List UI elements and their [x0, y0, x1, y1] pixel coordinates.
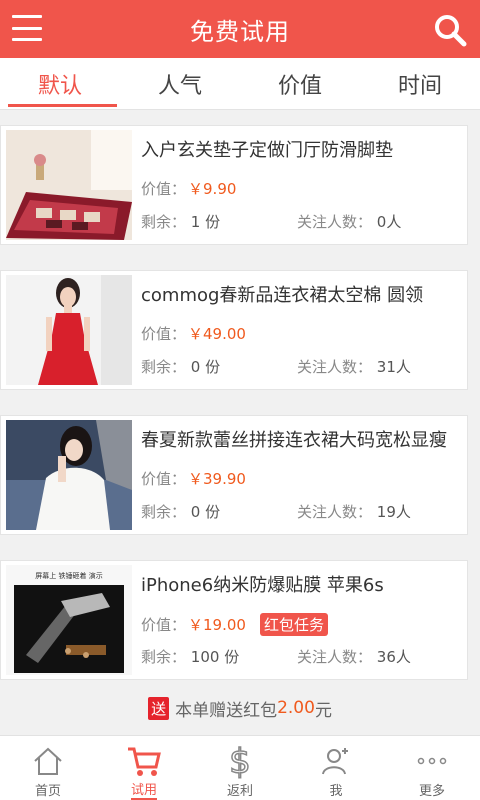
bonus-amount: 2.00: [277, 698, 315, 718]
search-icon[interactable]: [432, 12, 468, 48]
product-name: commog春新品连衣裙太空棉 圆领: [141, 285, 424, 306]
price-value: ￥19.00: [188, 616, 246, 634]
red-packet-task-badge: 红包任务: [259, 613, 328, 636]
gift-tag: 送: [148, 696, 170, 720]
product-image-lace-dress: [6, 420, 132, 530]
product-name: 春夏新款蕾丝拼接连衣裙大码宽松显瘦: [141, 430, 447, 451]
followers-value: 31人: [376, 358, 411, 376]
product-image-screen-protector: 屏幕上 铁锤砸着 演示: [6, 565, 132, 675]
remaining-value: 0 份: [190, 358, 221, 376]
followers-value: 36人: [376, 648, 411, 666]
followers-row: 关注人数： 31人: [297, 356, 411, 377]
nav-home-label: 首页: [34, 784, 61, 799]
followers-label: 关注人数：: [297, 358, 373, 376]
remaining-row: 剩余： 100 份: [141, 646, 239, 667]
followers-row: 关注人数： 0人: [297, 211, 401, 232]
remaining-value: 100 份: [190, 648, 240, 666]
remaining-label: 剩余：: [141, 358, 187, 376]
nav-trial-label: 试用: [130, 779, 157, 800]
dollar-icon: $: [220, 742, 260, 780]
bottom-navigation: 首页 试用 $ 返利 我 更多: [0, 735, 480, 800]
tab-popularity[interactable]: 人气: [120, 58, 240, 109]
remaining-label: 剩余：: [141, 213, 187, 231]
price-row: 价值： ￥39.90: [141, 468, 246, 489]
remaining-value: 0 份: [190, 503, 221, 521]
product-image-red-dress: [6, 275, 132, 385]
nav-me-label: 我: [329, 784, 343, 799]
product-name: iPhone6纳米防爆贴膜 苹果6s: [141, 575, 384, 596]
price-value: ￥39.90: [188, 470, 246, 488]
sort-tabs: 默认 人气 价值 时间: [0, 58, 480, 110]
price-value: ￥9.90: [188, 180, 237, 198]
page-title: 免费试用: [190, 17, 290, 46]
price-label: 价值：: [141, 470, 187, 488]
top-bar: 免费试用: [0, 0, 480, 58]
product-card[interactable]: 屏幕上 铁锤砸着 演示 iPhone6纳米防爆贴膜 苹果6s 价值： ￥19.0…: [0, 560, 468, 680]
thumb-caption: 屏幕上 铁锤砸着 演示: [35, 571, 102, 580]
cart-icon: [124, 742, 164, 779]
price-value: ￥49.00: [188, 325, 246, 343]
product-card[interactable]: commog春新品连衣裙太空棉 圆领 价值： ￥49.00 剩余： 0 份 关注…: [0, 270, 468, 390]
product-image-doormat: [6, 130, 132, 240]
nav-rebate-label: 返利: [226, 784, 253, 799]
tab-time[interactable]: 时间: [360, 58, 480, 109]
product-list: 入户玄关垫子定做门厅防滑脚垫 价值： ￥9.90 剩余： 1 份 关注人数： 0…: [0, 110, 480, 735]
nav-more[interactable]: 更多: [384, 736, 480, 800]
tab-default[interactable]: 默认: [0, 58, 120, 109]
remaining-row: 剩余： 1 份: [141, 211, 220, 232]
svg-text:$: $: [229, 743, 251, 779]
followers-value: 19人: [376, 503, 411, 521]
bonus-unit: 元: [314, 700, 332, 721]
price-label: 价值：: [141, 180, 187, 198]
followers-label: 关注人数：: [297, 648, 373, 666]
more-icon: [412, 742, 452, 780]
nav-rebate[interactable]: $ 返利: [192, 736, 288, 800]
remaining-label: 剩余：: [141, 503, 187, 521]
nav-trial[interactable]: 试用: [96, 736, 192, 800]
followers-label: 关注人数：: [297, 213, 373, 231]
price-row: 价值： ￥19.00 红包任务: [141, 613, 328, 636]
nav-me[interactable]: 我: [288, 736, 384, 800]
price-row: 价值： ￥49.00: [141, 323, 246, 344]
remaining-label: 剩余：: [141, 648, 187, 666]
user-icon: [316, 742, 356, 780]
followers-row: 关注人数： 36人: [297, 646, 411, 667]
bonus-text: 本单赠送红包: [175, 700, 278, 721]
nav-home[interactable]: 首页: [0, 736, 96, 800]
nav-more-label: 更多: [418, 784, 445, 799]
price-label: 价值：: [141, 325, 187, 343]
price-row: 价值： ￥9.90: [141, 178, 236, 199]
product-name: 入户玄关垫子定做门厅防滑脚垫: [141, 140, 393, 161]
product-card[interactable]: 春夏新款蕾丝拼接连衣裙大码宽松显瘦 价值： ￥39.90 剩余： 0 份 关注人…: [0, 415, 468, 535]
red-packet-bonus: 送 本单赠送红包 2.00 元: [0, 688, 480, 728]
remaining-value: 1 份: [190, 213, 221, 231]
followers-label: 关注人数：: [297, 503, 373, 521]
remaining-row: 剩余： 0 份: [141, 356, 220, 377]
tab-value[interactable]: 价值: [240, 58, 360, 109]
product-card[interactable]: 入户玄关垫子定做门厅防滑脚垫 价值： ￥9.90 剩余： 1 份 关注人数： 0…: [0, 125, 468, 245]
followers-row: 关注人数： 19人: [297, 501, 411, 522]
remaining-row: 剩余： 0 份: [141, 501, 220, 522]
price-label: 价值：: [141, 616, 187, 634]
home-icon: [28, 742, 68, 780]
menu-icon[interactable]: [12, 15, 42, 41]
followers-value: 0人: [376, 213, 402, 231]
